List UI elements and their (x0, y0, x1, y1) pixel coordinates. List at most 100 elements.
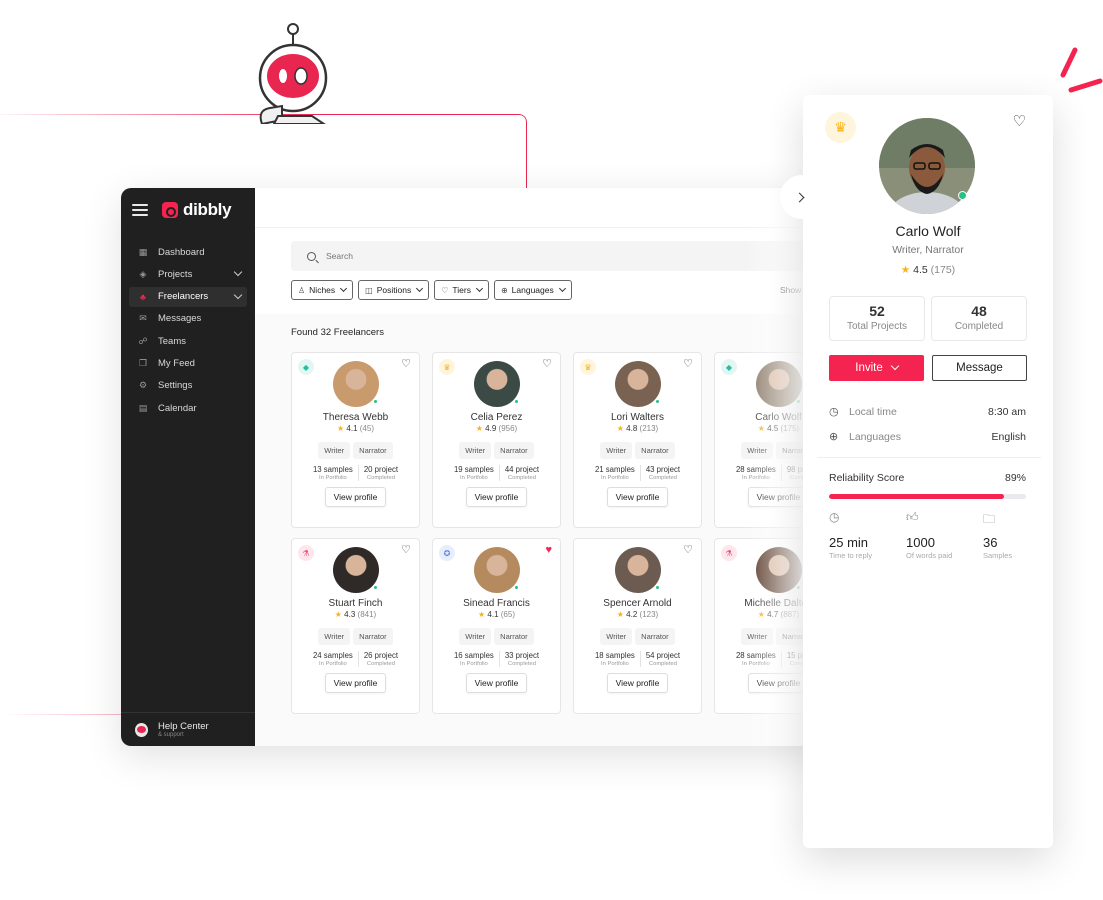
samples-stat: 28 samples In Portfolio (731, 651, 781, 667)
favorite-heart-icon[interactable]: ♡ (401, 545, 411, 556)
favorite-heart-icon[interactable]: ♥ (545, 545, 552, 556)
spark-decoration-icon (1060, 47, 1103, 93)
rating-value: 4.3 (344, 610, 356, 619)
collapse-panel-button[interactable] (780, 175, 820, 219)
view-profile-button[interactable]: View profile (747, 487, 810, 507)
view-profile-button[interactable]: View profile (606, 487, 669, 507)
avatar[interactable] (332, 547, 379, 593)
sidebar-item-freelancers[interactable]: ♣ Freelancers (129, 286, 247, 307)
sidebar-item-label: Freelancers (158, 291, 209, 303)
view-profile-button[interactable]: View profile (324, 487, 387, 507)
freelancer-name[interactable]: Sinead Francis (433, 598, 560, 609)
avatar[interactable] (755, 547, 802, 593)
robot-mascot-icon (135, 722, 148, 737)
star-icon: ★ (337, 424, 345, 433)
search-icon (307, 251, 316, 261)
search-input[interactable] (326, 251, 726, 261)
skill-tag: Narrator (635, 628, 675, 645)
chevron-down-icon (416, 284, 424, 293)
sidebar-item-settings[interactable]: ⚙ Settings (129, 376, 247, 396)
projects-stat: 43 project Completed (639, 465, 685, 481)
search-bar[interactable] (291, 241, 821, 271)
avatar[interactable] (614, 361, 661, 407)
invite-button[interactable]: Invite (829, 355, 924, 381)
skill-tags: Writer Narrator (574, 628, 701, 645)
view-profile-button[interactable]: View profile (606, 673, 669, 693)
samples-metric: 🗀 36 Samples (983, 510, 1060, 560)
folder-icon: 🗀 (983, 512, 996, 526)
samples-label: In Portfolio (319, 475, 347, 481)
freelancer-name[interactable]: Stuart Finch (292, 598, 419, 609)
favorite-heart-icon[interactable]: ♡ (1013, 112, 1026, 130)
view-profile-button[interactable]: View profile (324, 673, 387, 693)
skill-tag: Narrator (353, 628, 393, 645)
chevron-right-icon (794, 192, 804, 202)
skill-tags: Writer Narrator (574, 442, 701, 459)
feed-icon: ❐ (138, 357, 148, 368)
filter-languages[interactable]: ⊕ Languages (493, 280, 572, 300)
sidebar-item-label: Calendar (158, 402, 197, 414)
favorite-heart-icon[interactable]: ♡ (683, 545, 693, 556)
globe-icon: ⊕ (829, 431, 839, 443)
favorite-heart-icon[interactable]: ♡ (401, 359, 411, 370)
star-icon: ★ (478, 610, 486, 619)
review-count: (123) (639, 610, 659, 619)
avatar[interactable] (614, 547, 661, 593)
rating-value: 4.5 (767, 424, 779, 433)
avatar[interactable] (473, 547, 520, 593)
freelancer-name[interactable]: Celia Perez (433, 412, 560, 423)
samples-stat: 16 samples In Portfolio (449, 651, 499, 667)
reply-time-metric: ◷ 25 min Time to reply (829, 510, 906, 560)
sidebar-item-messages[interactable]: ✉ Messages (129, 309, 247, 329)
grid-icon: ▦ (138, 246, 148, 257)
message-button[interactable]: Message (932, 355, 1027, 381)
diamond-tier-icon: ◆ (298, 359, 314, 375)
people-icon: ♣ (140, 291, 146, 302)
filter-tiers[interactable]: ♡ Tiers (434, 280, 489, 300)
languages-value: English (991, 430, 1026, 443)
local-time-label: Local time (849, 405, 897, 418)
favorite-heart-icon[interactable]: ♡ (683, 359, 693, 370)
projects-count: 43 project (645, 465, 681, 474)
samples-count: 21 samples (594, 465, 635, 474)
samples-label: In Portfolio (742, 475, 770, 481)
show-dropdown-label[interactable]: Show (780, 285, 801, 295)
sidebar-item-dashboard[interactable]: ▦ Dashboard (129, 242, 247, 262)
local-time-row: ◷ Local time 8:30 am (829, 405, 1026, 419)
sidebar-item-label: Messages (158, 313, 202, 325)
sidebar-item-my-feed[interactable]: ❐ My Feed (129, 353, 247, 373)
sidebar-item-projects[interactable]: ◈ Projects (129, 264, 247, 284)
decorative-line (0, 114, 527, 194)
sidebar-item-calendar[interactable]: ▤ Calendar (129, 398, 247, 418)
favorite-heart-icon[interactable]: ♡ (542, 359, 552, 370)
freelancer-name[interactable]: Lori Walters (574, 412, 701, 423)
filter-niches[interactable]: ♙ Niches (291, 280, 354, 300)
freelancer-name[interactable]: Theresa Webb (292, 412, 419, 423)
metric-value: 25 min (829, 535, 869, 550)
crown-tier-icon: ♛ (439, 359, 455, 375)
metric-label: Time to reply (829, 551, 873, 560)
freelancer-name[interactable]: Spencer Arnold (574, 598, 701, 609)
hamburger-menu-icon[interactable] (132, 204, 148, 216)
sidebar-item-teams[interactable]: ☍ Teams (129, 331, 247, 351)
metric-value: 36 (983, 535, 998, 550)
logo[interactable]: dibbly (162, 200, 232, 220)
total-projects-label: Total Projects (846, 321, 908, 332)
avatar[interactable] (473, 361, 520, 407)
projects-count: 54 project (645, 651, 681, 660)
online-status-dot (795, 399, 801, 404)
samples-stat: 13 samples In Portfolio (308, 465, 358, 481)
samples-stat: 18 samples In Portfolio (590, 651, 640, 667)
avatar[interactable] (332, 361, 379, 407)
layers-icon: ◈ (139, 268, 147, 279)
completed-stat: 48 Completed (931, 296, 1027, 341)
filter-positions[interactable]: ◫ Positions (358, 280, 430, 300)
view-profile-button[interactable]: View profile (747, 673, 810, 693)
samples-stat: 21 samples In Portfolio (590, 465, 640, 481)
view-profile-button[interactable]: View profile (465, 673, 528, 693)
view-profile-button[interactable]: View profile (465, 487, 528, 507)
chevron-down-icon (890, 361, 899, 371)
avatar[interactable] (755, 361, 802, 407)
help-center-link[interactable]: Help Center & support (121, 712, 255, 746)
online-status-dot (513, 585, 519, 590)
